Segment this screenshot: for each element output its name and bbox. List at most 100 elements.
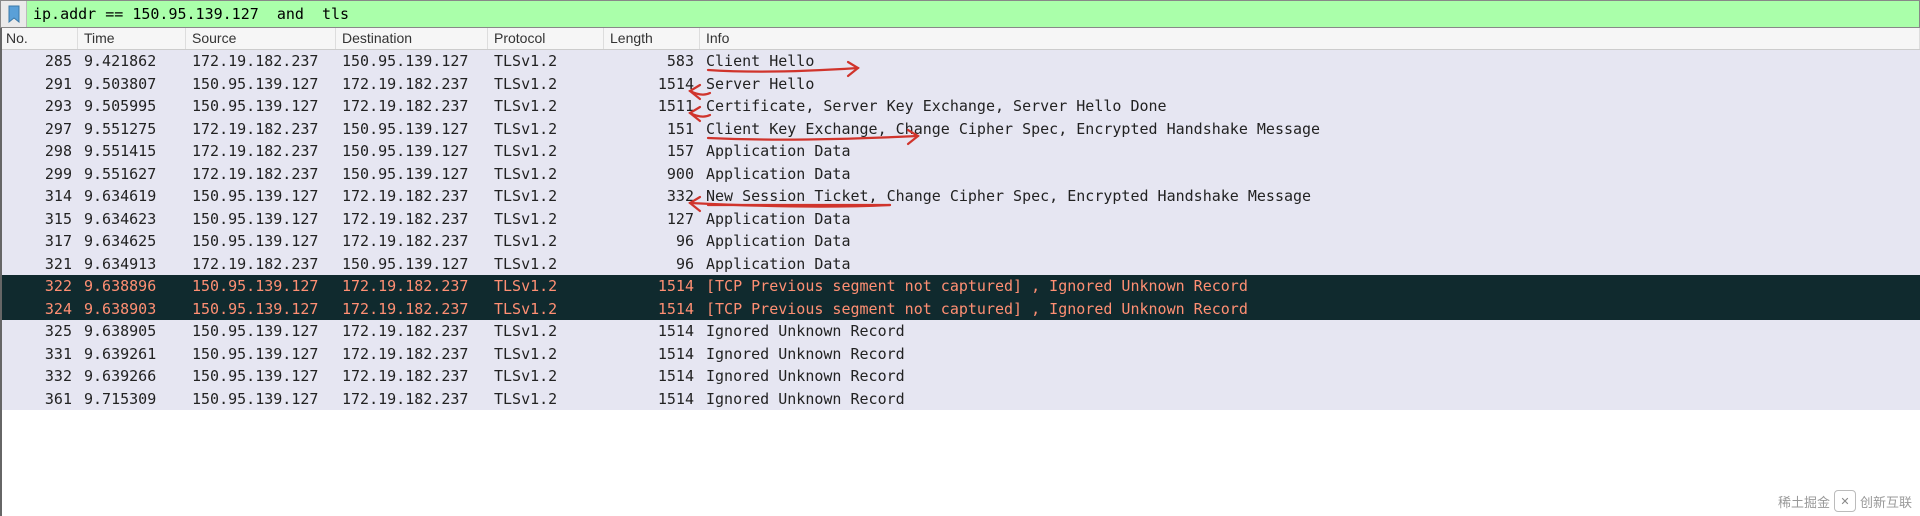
watermark-left: 稀土掘金 [1778,492,1830,511]
col-time[interactable]: Time [78,28,186,49]
cell-destination: 172.19.182.237 [336,275,488,298]
cell-no: 322 [0,275,78,298]
cell-time: 9.505995 [78,95,186,118]
col-no[interactable]: No. [0,28,78,49]
cell-protocol: TLSv1.2 [488,208,604,231]
cell-length: 1514 [604,298,700,321]
cell-time: 9.715309 [78,388,186,411]
cell-source: 150.95.139.127 [186,185,336,208]
table-row[interactable]: 3219.634913172.19.182.237150.95.139.127T… [0,253,1920,276]
table-row[interactable]: 2939.505995150.95.139.127172.19.182.237T… [0,95,1920,118]
cell-length: 900 [604,163,700,186]
cell-source: 172.19.182.237 [186,118,336,141]
cell-length: 1514 [604,320,700,343]
cell-info: Ignored Unknown Record [700,320,1920,343]
cell-info: Client Hello [700,50,1920,73]
cell-destination: 150.95.139.127 [336,253,488,276]
cell-destination: 150.95.139.127 [336,140,488,163]
display-filter-input[interactable]: ip.addr == 150.95.139.127 and tls [27,5,349,23]
cell-source: 150.95.139.127 [186,208,336,231]
cell-no: 315 [0,208,78,231]
table-row[interactable]: 3229.638896150.95.139.127172.19.182.237T… [0,275,1920,298]
cell-time: 9.638903 [78,298,186,321]
cell-destination: 172.19.182.237 [336,208,488,231]
cell-protocol: TLSv1.2 [488,73,604,96]
cell-info: Application Data [700,208,1920,231]
cell-source: 150.95.139.127 [186,388,336,411]
cell-info: Ignored Unknown Record [700,343,1920,366]
bookmark-icon[interactable] [1,1,27,27]
table-row[interactable]: 3159.634623150.95.139.127172.19.182.237T… [0,208,1920,231]
cell-destination: 150.95.139.127 [336,118,488,141]
table-row[interactable]: 3149.634619150.95.139.127172.19.182.237T… [0,185,1920,208]
cell-time: 9.634623 [78,208,186,231]
cell-length: 332 [604,185,700,208]
cell-no: 321 [0,253,78,276]
packet-rows: 2859.421862172.19.182.237150.95.139.127T… [0,50,1920,410]
table-row[interactable]: 2979.551275172.19.182.237150.95.139.127T… [0,118,1920,141]
cell-source: 150.95.139.127 [186,275,336,298]
table-row[interactable]: 2859.421862172.19.182.237150.95.139.127T… [0,50,1920,73]
cell-info: [TCP Previous segment not captured] , Ig… [700,275,1920,298]
cell-time: 9.503807 [78,73,186,96]
table-row[interactable]: 2989.551415172.19.182.237150.95.139.127T… [0,140,1920,163]
cell-source: 150.95.139.127 [186,298,336,321]
cell-time: 9.551415 [78,140,186,163]
col-info[interactable]: Info [700,28,1920,49]
cell-protocol: TLSv1.2 [488,118,604,141]
column-header-row[interactable]: No. Time Source Destination Protocol Len… [0,28,1920,50]
cell-protocol: TLSv1.2 [488,230,604,253]
cell-length: 96 [604,253,700,276]
cell-no: 298 [0,140,78,163]
cell-protocol: TLSv1.2 [488,50,604,73]
table-row[interactable]: 3619.715309150.95.139.127172.19.182.237T… [0,388,1920,411]
cell-time: 9.638896 [78,275,186,298]
cell-protocol: TLSv1.2 [488,163,604,186]
cell-destination: 172.19.182.237 [336,185,488,208]
table-row[interactable]: 3179.634625150.95.139.127172.19.182.237T… [0,230,1920,253]
left-gutter [0,28,2,516]
col-source[interactable]: Source [186,28,336,49]
col-destination[interactable]: Destination [336,28,488,49]
col-length[interactable]: Length [604,28,700,49]
cell-time: 9.634625 [78,230,186,253]
watermark-right: 创新互联 [1860,492,1912,511]
cell-time: 9.639266 [78,365,186,388]
cell-protocol: TLSv1.2 [488,343,604,366]
cell-source: 172.19.182.237 [186,163,336,186]
cell-length: 1514 [604,343,700,366]
cell-no: 361 [0,388,78,411]
cell-no: 299 [0,163,78,186]
watermark: 稀土掘金 ✕ 创新互联 [1778,490,1912,512]
cell-length: 1511 [604,95,700,118]
cell-destination: 172.19.182.237 [336,95,488,118]
cell-no: 297 [0,118,78,141]
table-row[interactable]: 3249.638903150.95.139.127172.19.182.237T… [0,298,1920,321]
cell-time: 9.634913 [78,253,186,276]
col-protocol[interactable]: Protocol [488,28,604,49]
cell-length: 583 [604,50,700,73]
cell-info: Application Data [700,140,1920,163]
cell-no: 317 [0,230,78,253]
table-row[interactable]: 3329.639266150.95.139.127172.19.182.237T… [0,365,1920,388]
cell-info: Ignored Unknown Record [700,365,1920,388]
cell-info: Application Data [700,253,1920,276]
cell-length: 1514 [604,388,700,411]
table-row[interactable]: 3319.639261150.95.139.127172.19.182.237T… [0,343,1920,366]
cell-protocol: TLSv1.2 [488,140,604,163]
table-row[interactable]: 3259.638905150.95.139.127172.19.182.237T… [0,320,1920,343]
cell-info: Application Data [700,163,1920,186]
cell-length: 96 [604,230,700,253]
cell-info: New Session Ticket, Change Cipher Spec, … [700,185,1920,208]
watermark-logo-icon: ✕ [1834,490,1856,512]
display-filter-bar[interactable]: ip.addr == 150.95.139.127 and tls [0,0,1920,28]
packet-list: No. Time Source Destination Protocol Len… [0,28,1920,410]
cell-source: 150.95.139.127 [186,230,336,253]
cell-time: 9.551275 [78,118,186,141]
cell-no: 324 [0,298,78,321]
table-row[interactable]: 2999.551627172.19.182.237150.95.139.127T… [0,163,1920,186]
table-row[interactable]: 2919.503807150.95.139.127172.19.182.237T… [0,73,1920,96]
cell-length: 127 [604,208,700,231]
cell-no: 332 [0,365,78,388]
cell-protocol: TLSv1.2 [488,320,604,343]
